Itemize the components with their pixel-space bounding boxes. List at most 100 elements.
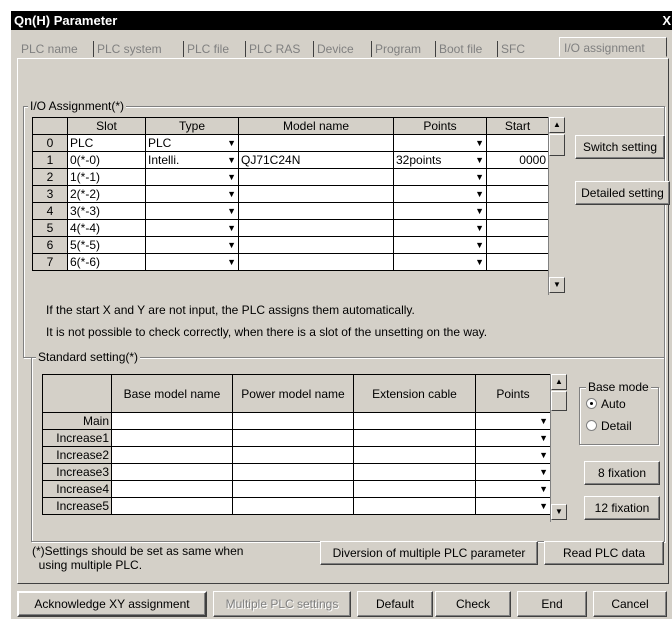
tab-plc-name[interactable]: PLC name	[19, 39, 78, 59]
model-name-cell[interactable]: QJ71C24N	[238, 151, 394, 169]
end-button[interactable]: End	[517, 591, 587, 617]
chevron-down-icon[interactable]: ▼	[227, 238, 236, 253]
chevron-down-icon[interactable]: ▼	[475, 170, 484, 185]
scroll-down-icon[interactable]: ▼	[551, 504, 567, 520]
tab-plc-system[interactable]: PLC system	[95, 39, 162, 59]
acknowledge-xy-assignment-button[interactable]: Acknowledge XY assignment	[17, 591, 207, 617]
model-name-cell[interactable]	[238, 236, 394, 254]
chevron-down-icon[interactable]: ▼	[475, 204, 484, 219]
8-fixation-button[interactable]: 8 fixation	[584, 461, 660, 485]
close-icon[interactable]: X	[662, 11, 671, 30]
model-name-cell[interactable]	[238, 185, 394, 203]
io-table-scrollbar[interactable]: ▲ ▼	[548, 117, 566, 295]
points-dropdown[interactable]: ▼	[393, 219, 487, 237]
base-model-cell[interactable]	[111, 412, 233, 430]
model-name-cell[interactable]	[238, 168, 394, 186]
chevron-down-icon[interactable]: ▼	[227, 170, 236, 185]
type-dropdown[interactable]: ▼	[145, 236, 239, 254]
base-model-cell[interactable]	[111, 429, 233, 447]
start-cell[interactable]	[486, 253, 549, 271]
points-dropdown[interactable]: ▼	[475, 446, 551, 464]
model-name-cell[interactable]	[238, 202, 394, 220]
type-dropdown[interactable]: ▼	[145, 253, 239, 271]
points-dropdown[interactable]: 32points ▼	[393, 151, 487, 169]
radio-auto[interactable]: Auto	[586, 397, 626, 411]
chevron-down-icon[interactable]: ▼	[227, 204, 236, 219]
cancel-button[interactable]: Cancel	[593, 591, 667, 617]
extension-cable-cell[interactable]	[353, 497, 476, 515]
tab-io-assignment[interactable]: I/O assignment	[559, 37, 667, 57]
tab-plc-ras[interactable]: PLC RAS	[247, 39, 300, 59]
chevron-down-icon[interactable]: ▼	[475, 136, 484, 151]
base-model-cell[interactable]	[111, 446, 233, 464]
scroll-up-icon[interactable]: ▲	[549, 117, 565, 133]
extension-cable-cell[interactable]	[353, 480, 476, 498]
power-model-cell[interactable]	[232, 429, 354, 447]
points-dropdown[interactable]: ▼	[475, 412, 551, 430]
radio-selected-icon[interactable]	[586, 398, 597, 409]
power-model-cell[interactable]	[232, 480, 354, 498]
start-cell[interactable]	[486, 202, 549, 220]
extension-cable-cell[interactable]	[353, 463, 476, 481]
start-cell[interactable]	[486, 185, 549, 203]
start-cell[interactable]	[486, 134, 549, 152]
type-dropdown[interactable]: ▼	[145, 219, 239, 237]
chevron-down-icon[interactable]: ▼	[539, 482, 548, 497]
base-model-cell[interactable]	[111, 480, 233, 498]
chevron-down-icon[interactable]: ▼	[539, 465, 548, 480]
power-model-cell[interactable]	[232, 412, 354, 430]
points-dropdown[interactable]: ▼	[475, 497, 551, 515]
model-name-cell[interactable]	[238, 253, 394, 271]
start-cell[interactable]	[486, 168, 549, 186]
radio-unselected-icon[interactable]	[586, 420, 597, 431]
points-dropdown[interactable]: ▼	[393, 134, 487, 152]
detailed-setting-button[interactable]: Detailed setting	[575, 181, 670, 205]
extension-cable-cell[interactable]	[353, 446, 476, 464]
model-name-cell[interactable]	[238, 219, 394, 237]
read-plc-data-button[interactable]: Read PLC data	[544, 541, 664, 565]
radio-detail[interactable]: Detail	[586, 419, 632, 433]
12-fixation-button[interactable]: 12 fixation	[584, 496, 660, 520]
default-button[interactable]: Default	[357, 591, 433, 617]
tab-plc-file[interactable]: PLC file	[185, 39, 229, 59]
chevron-down-icon[interactable]: ▼	[227, 136, 236, 151]
points-dropdown[interactable]: ▼	[475, 463, 551, 481]
chevron-down-icon[interactable]: ▼	[475, 255, 484, 270]
type-dropdown[interactable]: PLC ▼	[145, 134, 239, 152]
multiple-plc-settings-button[interactable]: Multiple PLC settings	[213, 591, 351, 617]
power-model-cell[interactable]	[232, 497, 354, 515]
diversion-button[interactable]: Diversion of multiple PLC parameter	[320, 541, 538, 565]
chevron-down-icon[interactable]: ▼	[539, 499, 548, 514]
chevron-down-icon[interactable]: ▼	[475, 187, 484, 202]
points-dropdown[interactable]: ▼	[393, 253, 487, 271]
chevron-down-icon[interactable]: ▼	[539, 414, 548, 429]
tab-boot-file[interactable]: Boot file	[437, 39, 482, 59]
power-model-cell[interactable]	[232, 446, 354, 464]
chevron-down-icon[interactable]: ▼	[475, 238, 484, 253]
model-name-cell[interactable]	[238, 134, 394, 152]
chevron-down-icon[interactable]: ▼	[539, 431, 548, 446]
points-dropdown[interactable]: ▼	[393, 168, 487, 186]
scroll-up-icon[interactable]: ▲	[551, 374, 567, 390]
start-cell[interactable]	[486, 219, 549, 237]
scroll-thumb[interactable]	[551, 391, 567, 411]
power-model-cell[interactable]	[232, 463, 354, 481]
points-dropdown[interactable]: ▼	[393, 236, 487, 254]
chevron-down-icon[interactable]: ▼	[227, 255, 236, 270]
tab-device[interactable]: Device	[315, 39, 354, 59]
type-dropdown[interactable]: ▼	[145, 168, 239, 186]
scroll-thumb[interactable]	[549, 134, 565, 156]
base-model-cell[interactable]	[111, 497, 233, 515]
points-dropdown[interactable]: ▼	[393, 185, 487, 203]
type-dropdown[interactable]: Intelli. ▼	[145, 151, 239, 169]
scroll-down-icon[interactable]: ▼	[549, 277, 565, 293]
extension-cable-cell[interactable]	[353, 429, 476, 447]
chevron-down-icon[interactable]: ▼	[227, 221, 236, 236]
start-cell[interactable]: 0000	[486, 151, 549, 169]
points-dropdown[interactable]: ▼	[393, 202, 487, 220]
chevron-down-icon[interactable]: ▼	[475, 153, 484, 168]
tab-sfc[interactable]: SFC	[499, 39, 525, 59]
points-dropdown[interactable]: ▼	[475, 480, 551, 498]
start-cell[interactable]	[486, 236, 549, 254]
points-dropdown[interactable]: ▼	[475, 429, 551, 447]
